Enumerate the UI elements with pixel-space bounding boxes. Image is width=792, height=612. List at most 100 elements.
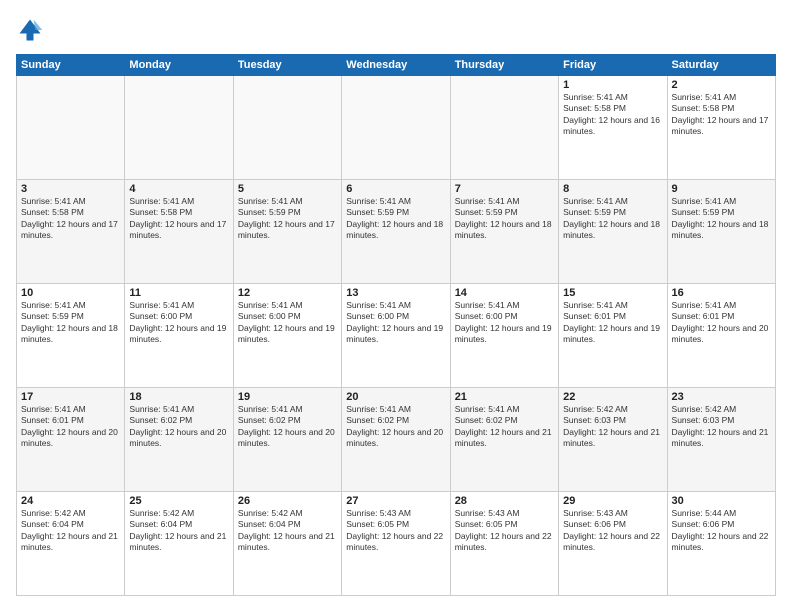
weekday-header-row: SundayMondayTuesdayWednesdayThursdayFrid… [17, 55, 776, 76]
calendar-cell [233, 76, 341, 180]
day-number: 8 [563, 183, 662, 195]
calendar-cell: 26Sunrise: 5:42 AM Sunset: 6:04 PM Dayli… [233, 492, 341, 596]
day-number: 6 [346, 183, 445, 195]
weekday-header-monday: Monday [125, 55, 233, 76]
day-number: 22 [563, 391, 662, 403]
day-info: Sunrise: 5:41 AM Sunset: 5:59 PM Dayligh… [346, 196, 445, 242]
calendar-cell: 30Sunrise: 5:44 AM Sunset: 6:06 PM Dayli… [667, 492, 775, 596]
day-info: Sunrise: 5:41 AM Sunset: 6:02 PM Dayligh… [346, 404, 445, 450]
calendar-cell: 6Sunrise: 5:41 AM Sunset: 5:59 PM Daylig… [342, 180, 450, 284]
day-number: 28 [455, 495, 554, 507]
calendar-cell: 5Sunrise: 5:41 AM Sunset: 5:59 PM Daylig… [233, 180, 341, 284]
weekday-header-saturday: Saturday [667, 55, 775, 76]
day-info: Sunrise: 5:43 AM Sunset: 6:05 PM Dayligh… [455, 508, 554, 554]
day-info: Sunrise: 5:43 AM Sunset: 6:06 PM Dayligh… [563, 508, 662, 554]
day-info: Sunrise: 5:42 AM Sunset: 6:03 PM Dayligh… [563, 404, 662, 450]
calendar-cell [450, 76, 558, 180]
day-number: 20 [346, 391, 445, 403]
page: SundayMondayTuesdayWednesdayThursdayFrid… [0, 0, 792, 612]
day-number: 10 [21, 287, 120, 299]
day-info: Sunrise: 5:42 AM Sunset: 6:04 PM Dayligh… [129, 508, 228, 554]
day-number: 14 [455, 287, 554, 299]
day-number: 4 [129, 183, 228, 195]
day-number: 16 [672, 287, 771, 299]
calendar-cell [17, 76, 125, 180]
day-number: 7 [455, 183, 554, 195]
day-number: 18 [129, 391, 228, 403]
calendar-cell: 25Sunrise: 5:42 AM Sunset: 6:04 PM Dayli… [125, 492, 233, 596]
day-number: 1 [563, 79, 662, 91]
day-number: 13 [346, 287, 445, 299]
calendar-cell: 13Sunrise: 5:41 AM Sunset: 6:00 PM Dayli… [342, 284, 450, 388]
day-info: Sunrise: 5:41 AM Sunset: 6:00 PM Dayligh… [346, 300, 445, 346]
day-info: Sunrise: 5:41 AM Sunset: 6:01 PM Dayligh… [563, 300, 662, 346]
day-info: Sunrise: 5:41 AM Sunset: 6:02 PM Dayligh… [455, 404, 554, 450]
day-info: Sunrise: 5:41 AM Sunset: 5:59 PM Dayligh… [563, 196, 662, 242]
calendar-cell: 9Sunrise: 5:41 AM Sunset: 5:59 PM Daylig… [667, 180, 775, 284]
day-info: Sunrise: 5:42 AM Sunset: 6:03 PM Dayligh… [672, 404, 771, 450]
day-info: Sunrise: 5:41 AM Sunset: 5:58 PM Dayligh… [129, 196, 228, 242]
day-number: 23 [672, 391, 771, 403]
day-number: 15 [563, 287, 662, 299]
calendar-cell [342, 76, 450, 180]
calendar-cell: 19Sunrise: 5:41 AM Sunset: 6:02 PM Dayli… [233, 388, 341, 492]
day-number: 27 [346, 495, 445, 507]
week-row-3: 10Sunrise: 5:41 AM Sunset: 5:59 PM Dayli… [17, 284, 776, 388]
day-info: Sunrise: 5:41 AM Sunset: 5:58 PM Dayligh… [563, 92, 662, 138]
day-info: Sunrise: 5:44 AM Sunset: 6:06 PM Dayligh… [672, 508, 771, 554]
day-number: 5 [238, 183, 337, 195]
day-number: 12 [238, 287, 337, 299]
day-number: 24 [21, 495, 120, 507]
calendar-cell: 23Sunrise: 5:42 AM Sunset: 6:03 PM Dayli… [667, 388, 775, 492]
weekday-header-wednesday: Wednesday [342, 55, 450, 76]
day-number: 17 [21, 391, 120, 403]
day-info: Sunrise: 5:42 AM Sunset: 6:04 PM Dayligh… [238, 508, 337, 554]
day-number: 26 [238, 495, 337, 507]
day-info: Sunrise: 5:41 AM Sunset: 5:58 PM Dayligh… [672, 92, 771, 138]
day-number: 25 [129, 495, 228, 507]
day-number: 3 [21, 183, 120, 195]
calendar-cell: 21Sunrise: 5:41 AM Sunset: 6:02 PM Dayli… [450, 388, 558, 492]
weekday-header-thursday: Thursday [450, 55, 558, 76]
calendar-cell: 12Sunrise: 5:41 AM Sunset: 6:00 PM Dayli… [233, 284, 341, 388]
calendar-cell: 14Sunrise: 5:41 AM Sunset: 6:00 PM Dayli… [450, 284, 558, 388]
calendar-cell: 29Sunrise: 5:43 AM Sunset: 6:06 PM Dayli… [559, 492, 667, 596]
calendar-cell: 11Sunrise: 5:41 AM Sunset: 6:00 PM Dayli… [125, 284, 233, 388]
calendar-table: SundayMondayTuesdayWednesdayThursdayFrid… [16, 54, 776, 596]
day-info: Sunrise: 5:41 AM Sunset: 6:02 PM Dayligh… [129, 404, 228, 450]
weekday-header-sunday: Sunday [17, 55, 125, 76]
header [16, 16, 776, 44]
day-number: 21 [455, 391, 554, 403]
calendar-cell: 4Sunrise: 5:41 AM Sunset: 5:58 PM Daylig… [125, 180, 233, 284]
calendar-cell [125, 76, 233, 180]
day-number: 19 [238, 391, 337, 403]
calendar-cell: 22Sunrise: 5:42 AM Sunset: 6:03 PM Dayli… [559, 388, 667, 492]
day-info: Sunrise: 5:41 AM Sunset: 5:59 PM Dayligh… [21, 300, 120, 346]
calendar-cell: 1Sunrise: 5:41 AM Sunset: 5:58 PM Daylig… [559, 76, 667, 180]
calendar-cell: 3Sunrise: 5:41 AM Sunset: 5:58 PM Daylig… [17, 180, 125, 284]
weekday-header-friday: Friday [559, 55, 667, 76]
day-number: 29 [563, 495, 662, 507]
day-info: Sunrise: 5:43 AM Sunset: 6:05 PM Dayligh… [346, 508, 445, 554]
week-row-4: 17Sunrise: 5:41 AM Sunset: 6:01 PM Dayli… [17, 388, 776, 492]
calendar-cell: 20Sunrise: 5:41 AM Sunset: 6:02 PM Dayli… [342, 388, 450, 492]
week-row-1: 1Sunrise: 5:41 AM Sunset: 5:58 PM Daylig… [17, 76, 776, 180]
week-row-5: 24Sunrise: 5:42 AM Sunset: 6:04 PM Dayli… [17, 492, 776, 596]
day-info: Sunrise: 5:41 AM Sunset: 6:00 PM Dayligh… [455, 300, 554, 346]
day-number: 2 [672, 79, 771, 91]
day-info: Sunrise: 5:41 AM Sunset: 6:00 PM Dayligh… [129, 300, 228, 346]
calendar-cell: 2Sunrise: 5:41 AM Sunset: 5:58 PM Daylig… [667, 76, 775, 180]
calendar-cell: 8Sunrise: 5:41 AM Sunset: 5:59 PM Daylig… [559, 180, 667, 284]
logo-icon [16, 16, 44, 44]
day-info: Sunrise: 5:41 AM Sunset: 6:01 PM Dayligh… [21, 404, 120, 450]
day-info: Sunrise: 5:41 AM Sunset: 5:59 PM Dayligh… [672, 196, 771, 242]
weekday-header-tuesday: Tuesday [233, 55, 341, 76]
day-info: Sunrise: 5:41 AM Sunset: 5:58 PM Dayligh… [21, 196, 120, 242]
day-info: Sunrise: 5:42 AM Sunset: 6:04 PM Dayligh… [21, 508, 120, 554]
day-info: Sunrise: 5:41 AM Sunset: 5:59 PM Dayligh… [238, 196, 337, 242]
calendar-cell: 18Sunrise: 5:41 AM Sunset: 6:02 PM Dayli… [125, 388, 233, 492]
calendar-cell: 28Sunrise: 5:43 AM Sunset: 6:05 PM Dayli… [450, 492, 558, 596]
day-info: Sunrise: 5:41 AM Sunset: 6:01 PM Dayligh… [672, 300, 771, 346]
calendar-cell: 24Sunrise: 5:42 AM Sunset: 6:04 PM Dayli… [17, 492, 125, 596]
day-number: 30 [672, 495, 771, 507]
